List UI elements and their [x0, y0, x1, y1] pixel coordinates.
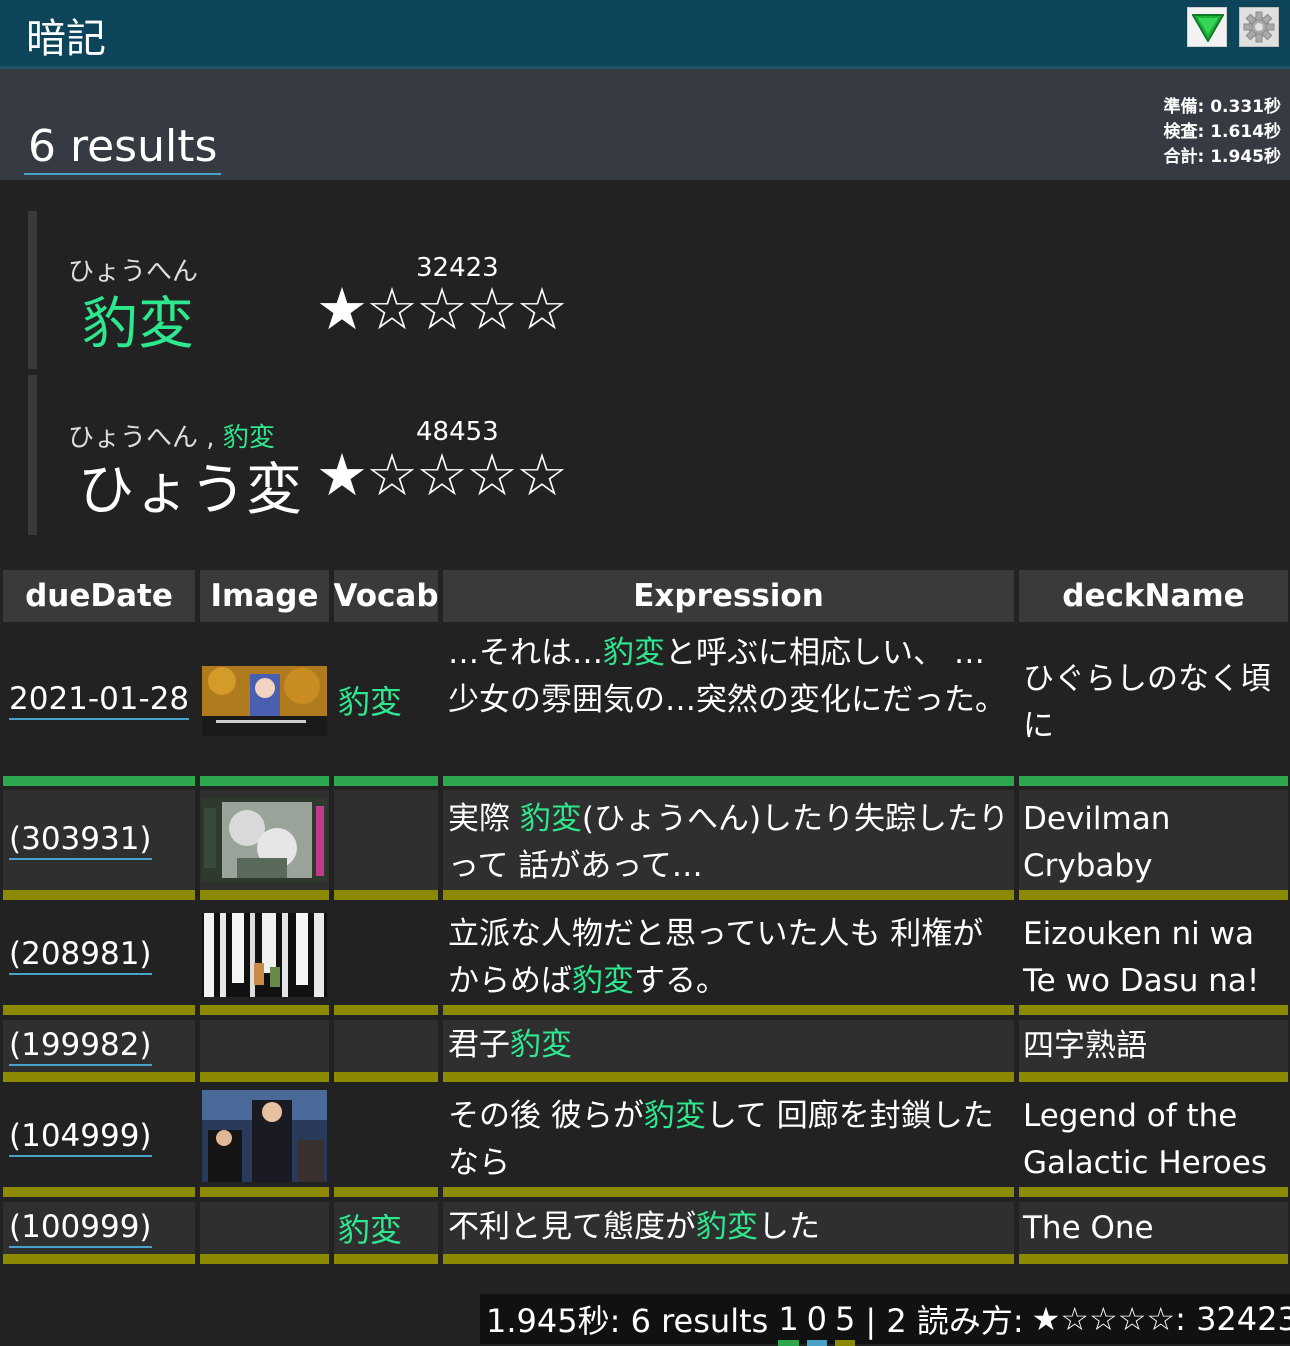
status-underline [443, 1005, 1014, 1015]
card-thumbnail[interactable] [202, 666, 327, 736]
table-row-vocab[interactable] [334, 905, 438, 1005]
status-underline [3, 1254, 195, 1264]
settings-button[interactable] [1239, 7, 1279, 47]
table-row-vocab[interactable]: 豹変 [334, 1202, 438, 1254]
table-row-deck[interactable]: Legend of the Galactic Heroes [1019, 1087, 1288, 1187]
status-underline [200, 1187, 329, 1197]
status-underline [1019, 890, 1288, 900]
results-summary: 6 results 準備: 0.331秒 検査: 1.614秒 合計: 1.94… [0, 69, 1290, 180]
status-underline [200, 1005, 329, 1015]
top-bar: 暗記 [0, 0, 1290, 69]
reading-word[interactable]: ひょう変 [78, 445, 302, 526]
col-header-vocab[interactable]: Vocab [334, 570, 438, 622]
table-row-vocab[interactable]: 豹変 [334, 624, 438, 776]
readings-list: ひょうへん 豹変 32423 ★☆☆☆☆ ひょうへん , 豹変 ひょう変 484… [28, 211, 728, 535]
status-count-new: 1 [778, 1300, 799, 1346]
status-underline [334, 1005, 438, 1015]
status-readings: | 2 読み方: [865, 1302, 1024, 1340]
timing-check: 検査: 1.614秒 [1163, 122, 1282, 142]
table-row-deck[interactable]: Devilman Crybaby [1019, 790, 1288, 890]
status-underline [334, 1254, 438, 1264]
reading-stars: ★☆☆☆☆ [316, 275, 568, 343]
col-header-duedate[interactable]: dueDate [3, 570, 195, 622]
status-underline [334, 776, 438, 786]
status-count-learn: 0 [806, 1300, 828, 1346]
status-frequency: : 32423 [1175, 1300, 1290, 1338]
table-row-due[interactable]: (303931) [3, 790, 195, 890]
status-underline [334, 1072, 438, 1082]
status-bar: 1.945秒: 6 results 1 0 5 | 2 読み方: ★☆☆☆☆ :… [480, 1294, 1290, 1346]
status-stars: ★☆☆☆☆ [1031, 1300, 1176, 1338]
table-row-due[interactable]: 2021-01-28 [3, 624, 195, 776]
table-row-expression: 不利と見て態度が豹変した [443, 1202, 1014, 1254]
timing-info: 準備: 0.331秒 検査: 1.614秒 合計: 1.945秒 [1164, 95, 1282, 170]
table-row-due[interactable]: (199982) [3, 1020, 195, 1072]
table-row-image [200, 1020, 329, 1072]
results-count[interactable]: 6 results [24, 121, 222, 175]
table-row-due[interactable]: (208981) [3, 905, 195, 1005]
status-underline [1019, 776, 1288, 786]
status-underline [1019, 1005, 1288, 1015]
download-button[interactable] [1187, 7, 1227, 47]
app-title: 暗記 [26, 16, 106, 62]
table-row-vocab[interactable] [334, 1087, 438, 1187]
table-row-image [200, 1202, 329, 1254]
table-row-expression: 君子豹変 [443, 1020, 1014, 1072]
table-row-vocab[interactable] [334, 790, 438, 890]
status-underline [1019, 1072, 1288, 1082]
status-underline [334, 890, 438, 900]
status-count-review: 5 [835, 1300, 856, 1346]
table-row-image [200, 624, 329, 776]
status-underline [3, 1187, 195, 1197]
reading-bar [28, 375, 37, 535]
card-thumbnail[interactable] [202, 913, 327, 997]
table-row-deck[interactable]: Eizouken ni wa Te wo Dasu na! [1019, 905, 1288, 1005]
timing-total: 合計: 1.945秒 [1163, 147, 1282, 167]
table-row-expression: 立派な人物だと思っていた人も 利権がからめば豹変する。 [443, 905, 1014, 1005]
table-row-image [200, 1087, 329, 1187]
status-underline [3, 1005, 195, 1015]
reading-word[interactable]: 豹変 [82, 279, 194, 360]
gear-icon [1243, 11, 1275, 43]
reading-entry: ひょうへん , 豹変 ひょう変 48453 ★☆☆☆☆ [28, 375, 628, 535]
status-underline [1019, 1187, 1288, 1197]
green-down-triangle-icon [1192, 14, 1224, 42]
status-underline [443, 890, 1014, 900]
table-row-vocab[interactable] [334, 1020, 438, 1072]
status-underline [3, 890, 195, 900]
reading-entry: ひょうへん 豹変 32423 ★☆☆☆☆ [28, 211, 628, 371]
table-row-deck[interactable]: 四字熟語 [1019, 1020, 1288, 1072]
table-row-deck[interactable]: ひぐらしのなく頃に [1019, 624, 1288, 776]
timing-prep: 準備: 0.331秒 [1163, 97, 1282, 117]
table-row-expression: その後 彼らが豹変して 回廊を封鎖したなら [443, 1087, 1014, 1187]
status-underline [200, 1254, 329, 1264]
status-underline [3, 776, 195, 786]
col-header-expression[interactable]: Expression [443, 570, 1014, 622]
status-underline [334, 1187, 438, 1197]
status-underline [200, 776, 329, 786]
status-underline [443, 1072, 1014, 1082]
status-underline [443, 1254, 1014, 1264]
table-row-image [200, 790, 329, 890]
reading-stars: ★☆☆☆☆ [316, 441, 568, 509]
status-underline [200, 890, 329, 900]
status-underline [443, 776, 1014, 786]
col-header-image[interactable]: Image [200, 570, 329, 622]
table-row-expression: …それは…豹変と呼ぶに相応しい、 …少女の雰囲気の…突然の変化にだった。 [443, 624, 1014, 776]
status-prefix: 1.945秒: 6 results [486, 1302, 769, 1340]
status-underline [3, 1072, 195, 1082]
table-row-image [200, 905, 329, 1005]
status-underline [1019, 1254, 1288, 1264]
card-thumbnail[interactable] [202, 1090, 327, 1182]
table-row-due[interactable]: (104999) [3, 1087, 195, 1187]
status-underline [200, 1072, 329, 1082]
table-row-deck[interactable]: The One [1019, 1202, 1288, 1254]
col-header-deckname[interactable]: deckName [1019, 570, 1288, 622]
card-thumbnail[interactable] [202, 798, 327, 882]
reading-bar [28, 211, 37, 369]
status-underline [443, 1187, 1014, 1197]
table-row-expression: 実際 豹変(ひょうへん)したり失踪したりって 話があって… [443, 790, 1014, 890]
table-row-due[interactable]: (100999) [3, 1202, 195, 1254]
